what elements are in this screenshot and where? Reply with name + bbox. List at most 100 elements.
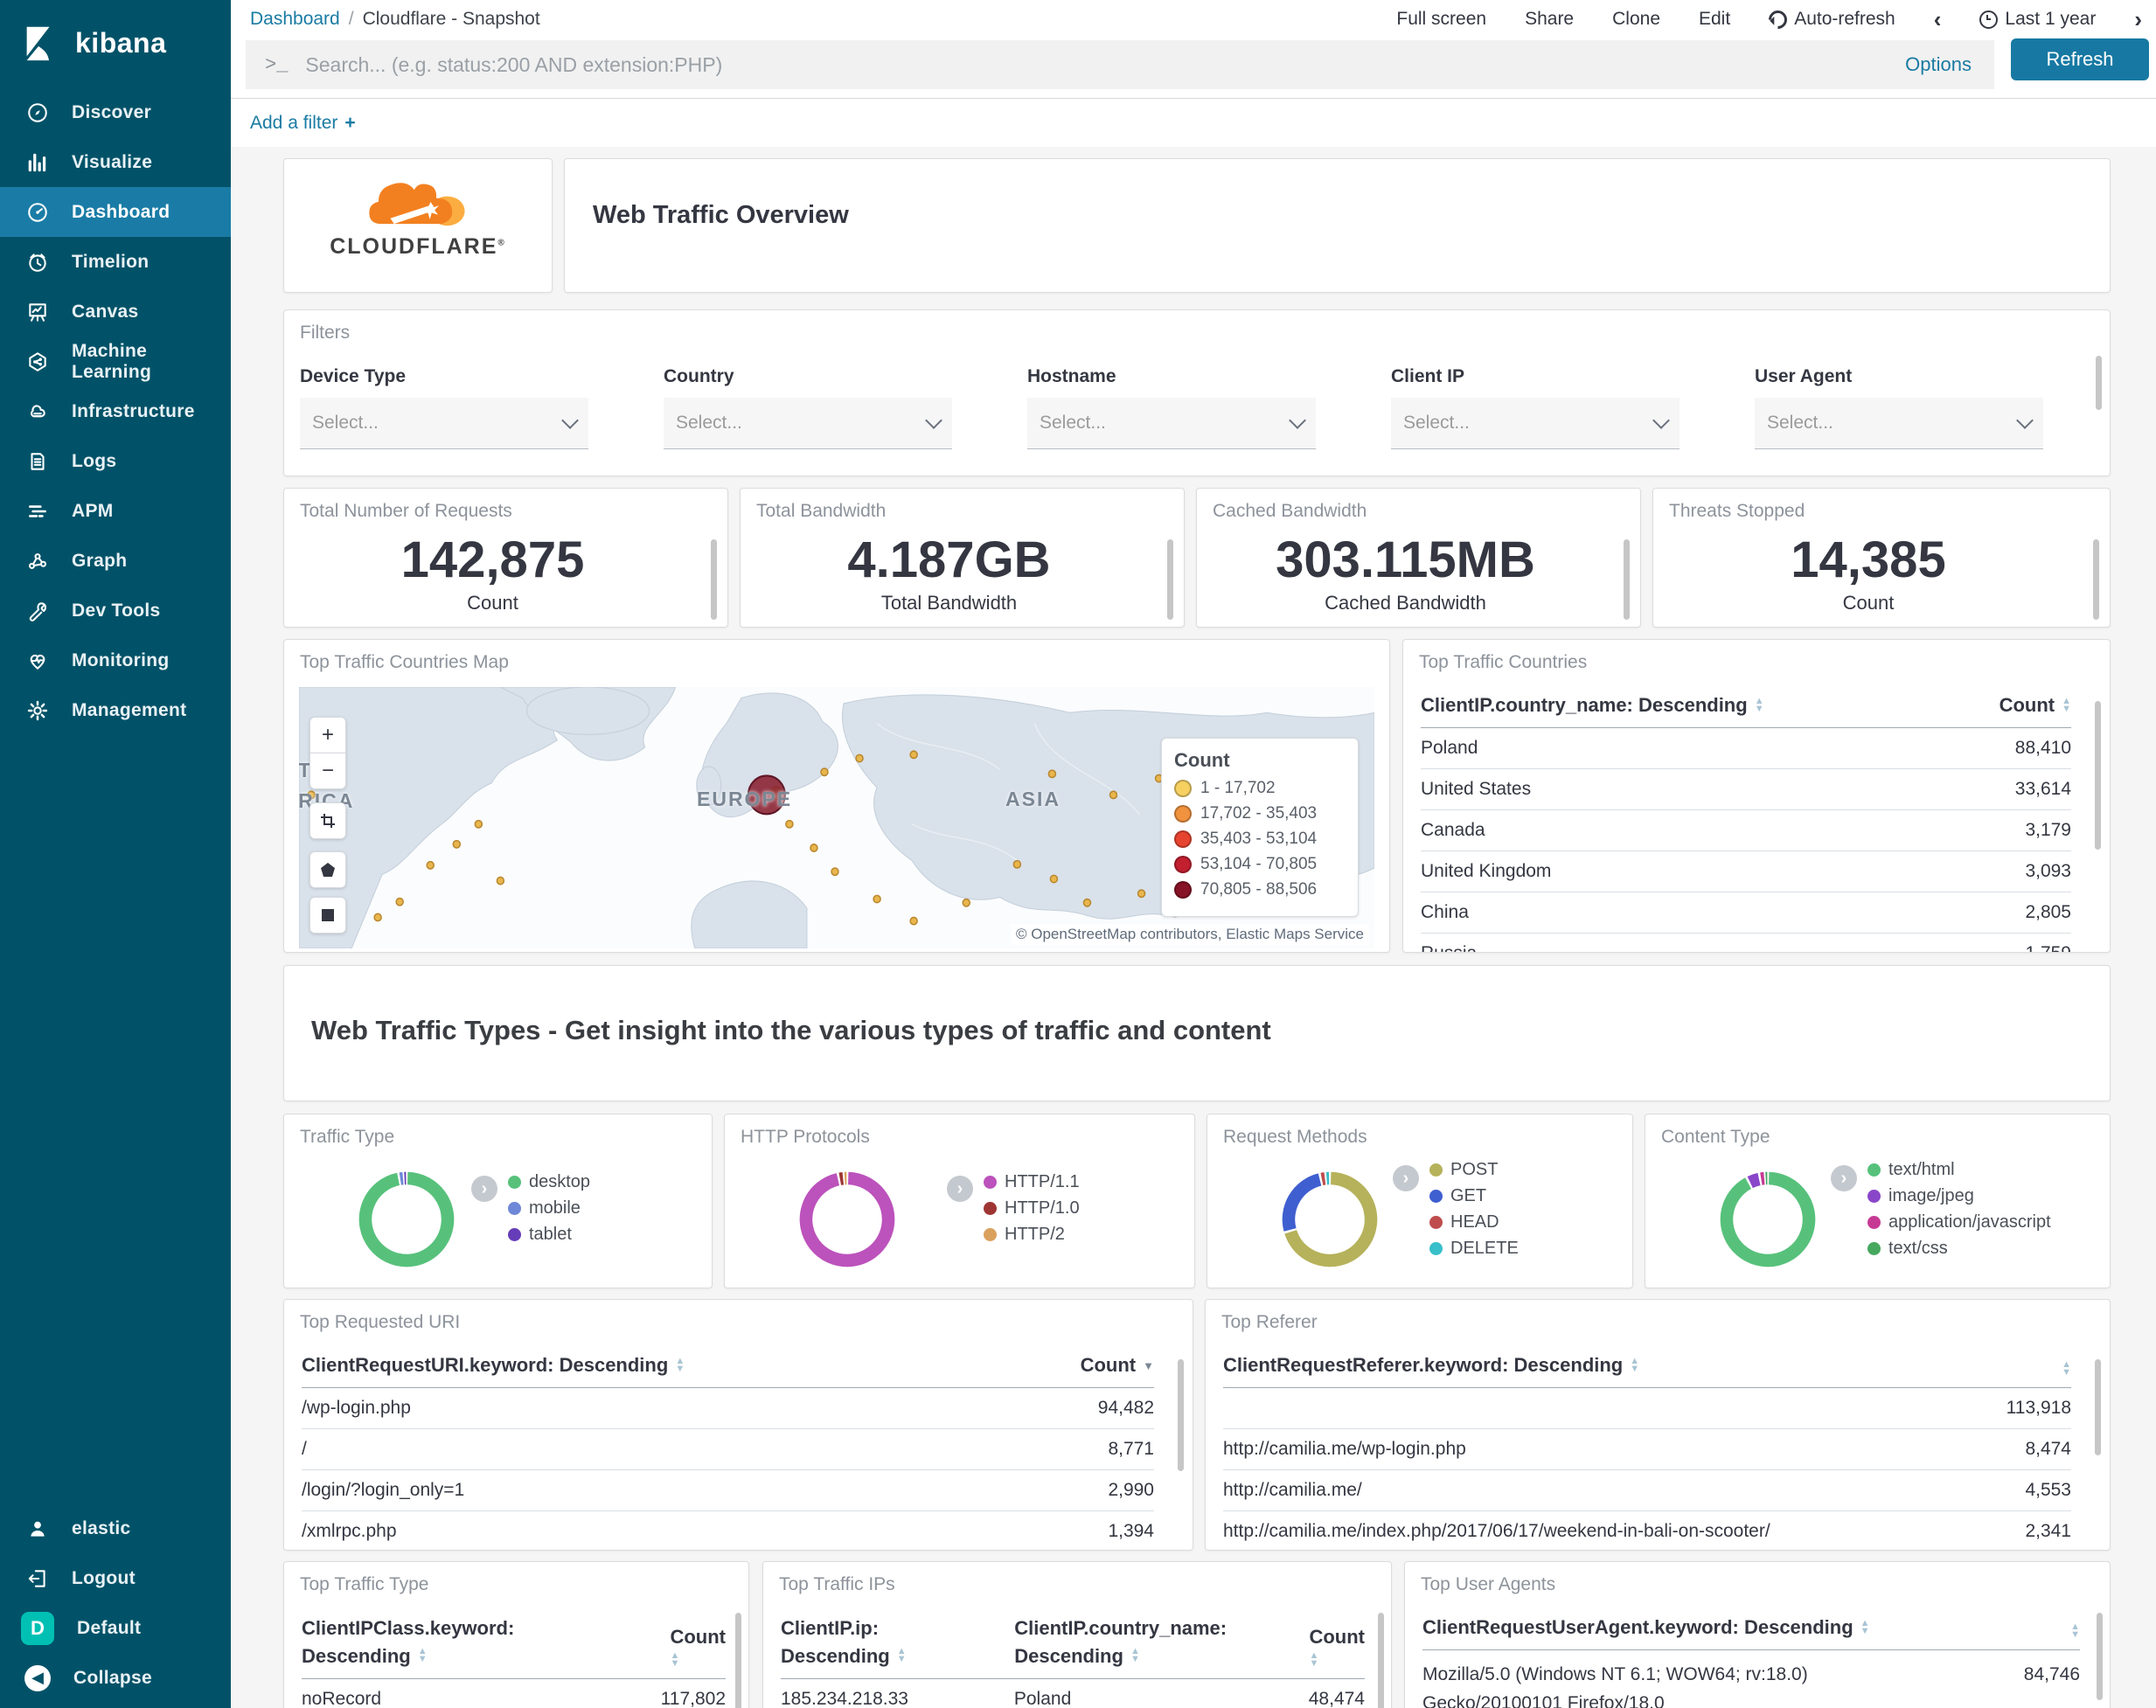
breadcrumb-current: Cloudflare - Snapshot (362, 9, 540, 29)
share-button[interactable]: Share (1525, 9, 1574, 30)
legend-expand-button[interactable]: › (1831, 1165, 1857, 1191)
breadcrumb-dashboard-link[interactable]: Dashboard (250, 9, 340, 30)
sort-header-count[interactable]: ▲ ▼ (2063, 1622, 2080, 1640)
sort-header-count[interactable]: Count ▲ ▼ (670, 1625, 726, 1669)
select-placeholder: Select... (312, 413, 379, 433)
kibana-logo[interactable]: kibana (0, 0, 231, 84)
sort-header-ip[interactable]: ClientIP.ip: Descending ▲ ▼ (781, 1616, 982, 1668)
filter-control: Hostname Select... (1027, 366, 1316, 449)
legend-item[interactable]: application/javascript (1867, 1212, 2051, 1232)
polygon-tool-button[interactable] (309, 851, 346, 888)
scrollbar[interactable] (2095, 1359, 2101, 1455)
legend-dot-icon (1429, 1242, 1443, 1255)
refresh-button[interactable]: Refresh (2011, 38, 2149, 80)
legend-item[interactable]: desktop (508, 1172, 590, 1192)
sort-desc-icon: ▼ (1143, 1358, 1154, 1372)
legend-item[interactable]: HTTP/1.0 (984, 1198, 1080, 1219)
sidebar-item-monitoring[interactable]: Monitoring (0, 635, 231, 685)
legend-item[interactable]: GET (1429, 1186, 1519, 1206)
time-forward-button[interactable]: › (2134, 6, 2142, 33)
sidebar-item-dev-tools[interactable]: Dev Tools (0, 586, 231, 635)
legend-item[interactable]: DELETE (1429, 1239, 1519, 1259)
sidebar-item-graph[interactable]: Graph (0, 536, 231, 586)
sort-header-count[interactable]: ▲ ▼ (2055, 1360, 2071, 1378)
legend-item[interactable]: image/jpeg (1867, 1186, 2051, 1206)
legend-item[interactable]: HEAD (1429, 1212, 1519, 1232)
sort-header-class[interactable]: ClientIPClass.keyword: Descending ▲ ▼ (302, 1616, 514, 1668)
time-range-button[interactable]: Last 1 year (1979, 9, 2096, 30)
sort-header-user-agent[interactable]: ClientRequestUserAgent.keyword: Descendi… (1422, 1616, 1870, 1639)
scrollbar[interactable] (1167, 539, 1173, 620)
sidebar-item-timelion[interactable]: Timelion (0, 237, 231, 287)
timelion-icon (26, 251, 49, 274)
sidebar-item-infrastructure[interactable]: Infrastructure (0, 386, 231, 436)
filter-select[interactable]: Select... (1755, 398, 2043, 449)
legend-item[interactable]: HTTP/1.1 (984, 1172, 1080, 1192)
panel-title: Filters (300, 323, 351, 343)
scrollbar[interactable] (735, 1613, 741, 1708)
options-link[interactable]: Options (1905, 53, 1972, 76)
legend-item[interactable]: text/css (1867, 1239, 2051, 1259)
filter-select[interactable]: Select... (664, 398, 952, 449)
sidebar-item-discover[interactable]: Discover (0, 87, 231, 137)
world-map[interactable]: NORTHAMERICA EUROPE ASIA + − Count 1 - 1… (299, 687, 1374, 948)
filter-select[interactable]: Select... (300, 398, 588, 449)
sidebar-item-logout[interactable]: Logout (0, 1553, 231, 1603)
edit-button[interactable]: Edit (1699, 9, 1730, 30)
donut-chart[interactable] (358, 1170, 456, 1268)
clone-button[interactable]: Clone (1612, 9, 1660, 30)
sidebar-item-logs[interactable]: Logs (0, 436, 231, 486)
legend-expand-button[interactable]: › (471, 1176, 497, 1202)
sort-header-count[interactable]: Count ▲ ▼ (1309, 1625, 1365, 1669)
filter-select[interactable]: Select... (1027, 398, 1316, 449)
sidebar-item-space-default[interactable]: D Default (0, 1603, 231, 1653)
scrollbar[interactable] (2095, 701, 2101, 850)
legend-item[interactable]: HTTP/2 (984, 1225, 1080, 1245)
traffic-map-panel: Top Traffic Countries Map RICA EUROPE AS… (283, 639, 1390, 953)
donut-chart[interactable] (798, 1170, 896, 1268)
sort-header-count[interactable]: Count ▲ ▼ (2000, 694, 2071, 717)
legend-item[interactable]: text/html (1867, 1160, 2051, 1180)
legend-item[interactable]: tablet (508, 1225, 590, 1245)
rectangle-tool-button[interactable] (309, 897, 346, 934)
zoom-in-button[interactable]: + (309, 717, 346, 753)
scrollbar[interactable] (1178, 1359, 1184, 1471)
donut-chart[interactable] (1719, 1170, 1817, 1268)
scrollbar[interactable] (1624, 539, 1630, 620)
legend-item[interactable]: mobile (508, 1198, 590, 1219)
sort-header-country[interactable]: ClientIP.country_name: Descending ▲ ▼ (1421, 694, 1764, 717)
sort-header-referer[interactable]: ClientRequestReferer.keyword: Descending… (1223, 1354, 1639, 1377)
scrollbar[interactable] (2096, 356, 2102, 410)
legend-dot-icon (1174, 780, 1192, 797)
zoom-out-button[interactable]: − (309, 753, 346, 789)
filter-control: User Agent Select... (1755, 366, 2043, 449)
sidebar-item-canvas[interactable]: Canvas (0, 287, 231, 337)
sidebar-item-apm[interactable]: APM (0, 486, 231, 536)
sort-header-count[interactable]: Count ▼ (1081, 1354, 1154, 1377)
filter-select[interactable]: Select... (1391, 398, 1680, 449)
legend-item[interactable]: POST (1429, 1160, 1519, 1180)
scrollbar[interactable] (1378, 1613, 1384, 1708)
sort-header-country[interactable]: ClientIP.country_name: Descending ▲ ▼ (1014, 1616, 1276, 1668)
legend-expand-button[interactable]: › (947, 1176, 973, 1202)
sidebar-item-management[interactable]: Management (0, 685, 231, 735)
dashboard-icon (26, 201, 49, 224)
scrollbar[interactable] (711, 539, 717, 620)
sidebar-item-user[interactable]: elastic (0, 1503, 231, 1553)
time-back-button[interactable]: ‹ (1934, 6, 1942, 33)
sidebar-item-collapse[interactable]: ◀ Collapse (0, 1653, 231, 1703)
add-filter-button[interactable]: Add a filter + (250, 113, 356, 134)
sidebar-item-machine-learning[interactable]: Machine Learning (0, 337, 231, 386)
scrollbar[interactable] (2097, 1613, 2103, 1700)
scrollbar[interactable] (2093, 539, 2099, 620)
search-input[interactable] (303, 52, 1906, 78)
sidebar-item-visualize[interactable]: Visualize (0, 137, 231, 187)
sort-header-uri[interactable]: ClientRequestURI.keyword: Descending ▲ ▼ (302, 1354, 685, 1377)
donut-chart[interactable] (1281, 1170, 1379, 1268)
legend-expand-button[interactable]: › (1393, 1165, 1419, 1191)
brand-name: kibana (75, 26, 167, 59)
auto-refresh-button[interactable]: Auto-refresh (1764, 6, 1895, 32)
crop-tool-button[interactable] (309, 802, 346, 839)
full-screen-button[interactable]: Full screen (1396, 9, 1486, 30)
sidebar-item-dashboard[interactable]: Dashboard (0, 187, 231, 237)
